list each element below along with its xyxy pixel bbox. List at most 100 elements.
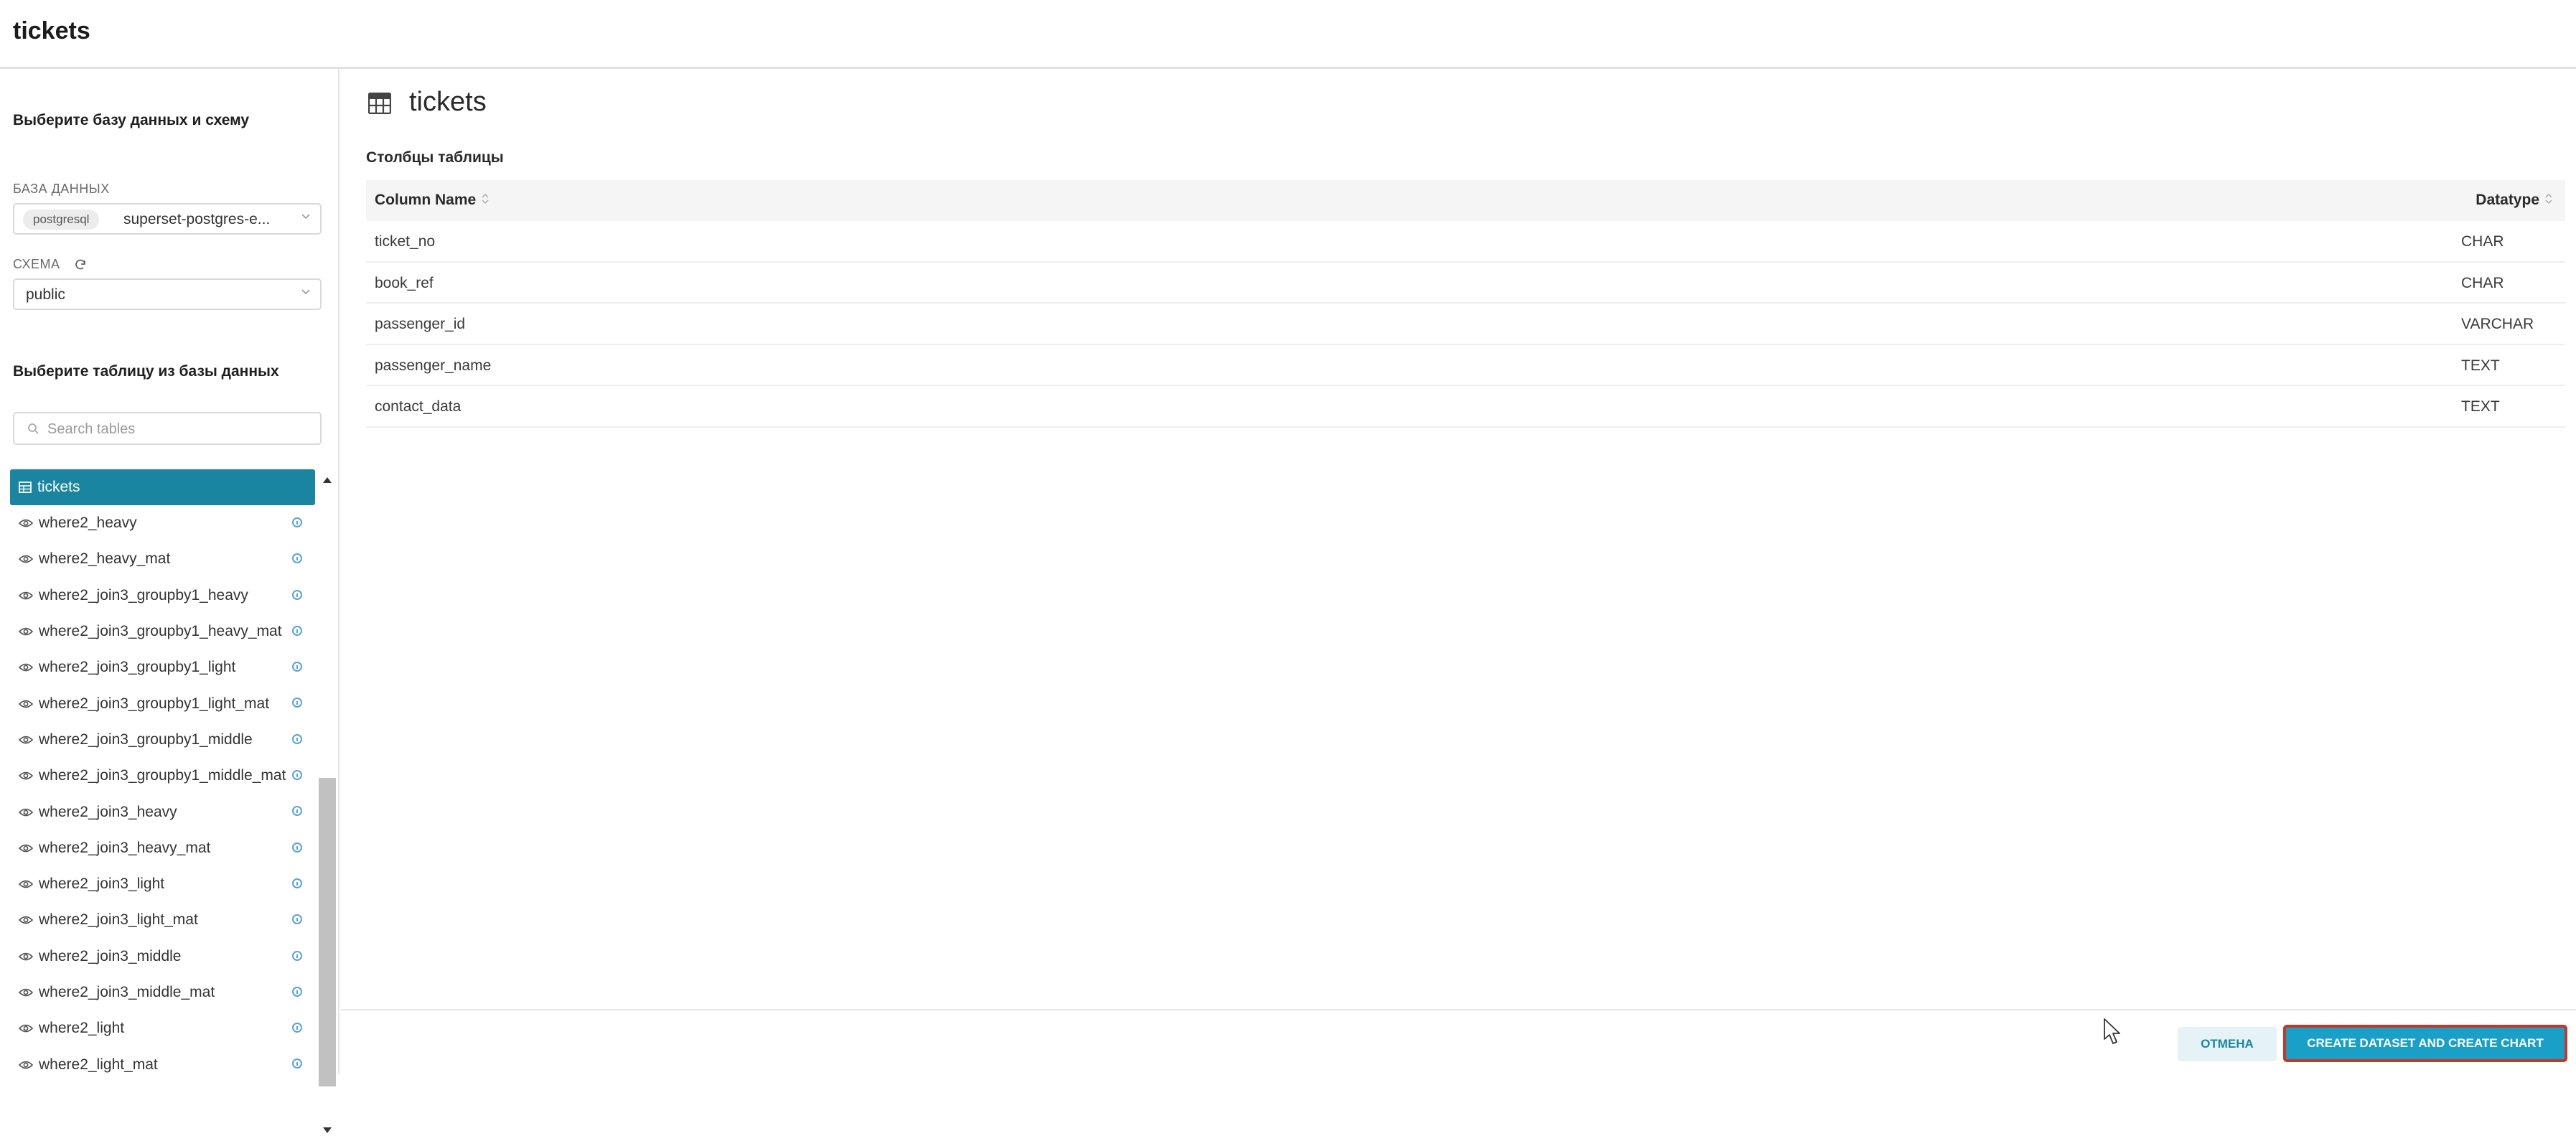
scrollbar-thumb[interactable] [319, 778, 336, 1086]
table-item[interactable]: where2_join3_groupby1_heavy [10, 578, 315, 614]
top-header: tickets [0, 0, 2576, 69]
scroll-up-arrow-icon[interactable] [322, 475, 333, 485]
database-select[interactable]: postgresql superset-postgres-e... [13, 203, 322, 235]
info-icon[interactable] [292, 698, 302, 708]
page-title: tickets [13, 17, 90, 44]
chevron-down-icon [301, 289, 310, 295]
eye-icon [19, 591, 33, 600]
table-item-label: where2_join3_groupby1_heavy_mat [39, 623, 282, 640]
table-item[interactable]: where2_join3_groupby1_light_mat [10, 685, 315, 721]
eye-icon [19, 771, 33, 780]
table-item-label: where2_join3_groupby1_heavy [39, 586, 248, 604]
table-item-label: where2_join3_light [39, 875, 165, 893]
column-name-cell: book_ref [375, 274, 434, 291]
table-item[interactable]: where2_join3_middle_mat [10, 975, 315, 1010]
table-section-title: Выберите таблицу из базы данных [13, 363, 279, 380]
table-title: tickets [409, 87, 487, 117]
info-icon[interactable] [292, 770, 302, 781]
table-item-label: where2_join3_groupby1_middle_mat [39, 767, 286, 784]
eye-icon [19, 952, 33, 960]
eye-icon [19, 555, 33, 563]
eye-icon [19, 916, 33, 924]
info-icon[interactable] [292, 986, 302, 997]
datatype-cell: TEXT [2461, 357, 2500, 374]
sort-icon [482, 194, 489, 205]
table-item[interactable]: where2_join3_groupby1_middle_mat [10, 758, 315, 794]
info-icon[interactable] [292, 806, 302, 817]
info-icon[interactable] [292, 1023, 302, 1033]
table-list-scrollbar[interactable] [317, 469, 338, 1141]
table-item[interactable]: where2_join3_heavy [10, 794, 315, 830]
table-item[interactable]: where2_light_mat [10, 1046, 315, 1074]
table-item[interactable]: where2_heavy_mat [10, 541, 315, 577]
column-name-cell: passenger_id [375, 316, 466, 332]
schema-select[interactable]: public [13, 278, 322, 310]
table-item[interactable]: where2_light [10, 1010, 315, 1046]
datatype-cell: CHAR [2461, 274, 2504, 291]
info-icon[interactable] [292, 733, 302, 744]
eye-icon [19, 880, 33, 888]
columns-subtitle: Столбцы таблицы [366, 149, 504, 166]
table-item-label: where2_join3_light_mat [39, 911, 198, 929]
table-item[interactable]: where2_join3_groupby1_heavy_mat [10, 614, 315, 649]
table-item[interactable]: where2_join3_light [10, 866, 315, 902]
columns-table-header: Column Name Datatype [366, 180, 2565, 221]
info-icon[interactable] [292, 842, 302, 853]
mouse-cursor-icon [2104, 1018, 2120, 1044]
sidebar: Выберите базу данных и схему БАЗА ДАННЫХ… [0, 69, 339, 1141]
column-name-cell: ticket_no [375, 233, 436, 250]
eye-icon [19, 519, 33, 527]
table-item-label: where2_join3_heavy_mat [39, 839, 211, 856]
table-item-label: where2_join3_middle [39, 947, 182, 964]
eye-icon [19, 844, 33, 853]
eye-icon [19, 1061, 33, 1069]
table-item-label: where2_join3_groupby1_middle [39, 731, 253, 748]
info-icon[interactable] [292, 950, 302, 961]
column-name-header[interactable]: Column Name [375, 192, 489, 209]
sort-icon [2545, 194, 2552, 205]
database-select-value: superset-postgres-e... [123, 211, 271, 227]
table-row: contact_data TEXT [366, 386, 2565, 428]
cancel-button[interactable]: ОТМЕНА [2178, 1027, 2277, 1061]
info-icon[interactable] [292, 625, 302, 636]
table-row: passenger_id VARCHAR [366, 304, 2565, 345]
datatype-cell: VARCHAR [2461, 316, 2534, 332]
schema-label: СХЕМА [13, 257, 60, 271]
datatype-header[interactable]: Datatype [2476, 192, 2552, 209]
columns-table: Column Name Datatype ticket_no CHAR book_r… [366, 180, 2565, 428]
table-search[interactable] [13, 412, 322, 445]
table-item[interactable]: where2_heavy [10, 505, 315, 541]
info-icon[interactable] [292, 662, 302, 672]
table-item-label: where2_heavy [39, 515, 137, 532]
eye-icon [19, 627, 33, 636]
table-item-label: where2_light [39, 1020, 125, 1037]
database-label: БАЗА ДАННЫХ [13, 182, 110, 196]
table-item[interactable]: where2_join3_light_mat [10, 902, 315, 938]
eye-icon [19, 700, 33, 708]
info-icon[interactable] [292, 553, 302, 564]
table-item[interactable]: where2_join3_heavy_mat [10, 830, 315, 866]
chevron-down-icon [301, 214, 310, 220]
table-item[interactable]: where2_join3_groupby1_middle [10, 722, 315, 758]
table-item-label: where2_join3_heavy [39, 803, 177, 820]
eye-icon [19, 808, 33, 816]
create-dataset-and-chart-button[interactable]: CREATE DATASET AND CREATE CHART [2283, 1025, 2567, 1062]
refresh-icon[interactable] [73, 258, 88, 272]
info-icon[interactable] [292, 878, 302, 888]
column-name-cell: passenger_name [375, 357, 492, 374]
info-icon[interactable] [292, 589, 302, 600]
table-item[interactable]: where2_join3_middle [10, 939, 315, 975]
info-icon[interactable] [292, 1058, 302, 1069]
info-icon[interactable] [292, 914, 302, 925]
table-item[interactable]: where2_join3_groupby1_light [10, 649, 315, 685]
table-item-label: where2_light_mat [39, 1056, 158, 1073]
datatype-cell: TEXT [2461, 398, 2500, 415]
table-item-selected[interactable]: tickets [10, 469, 315, 505]
scroll-down-arrow-icon[interactable] [322, 1125, 333, 1135]
table-row: passenger_name TEXT [366, 345, 2565, 386]
search-icon [28, 423, 39, 434]
search-input[interactable] [46, 418, 314, 441]
footer-bar: ОТМЕНА CREATE DATASET AND CREATE CHART [341, 1009, 2576, 1074]
info-icon[interactable] [292, 517, 302, 527]
table-list: tickets where2_heavy where2_heavy_matwher… [10, 469, 315, 1074]
